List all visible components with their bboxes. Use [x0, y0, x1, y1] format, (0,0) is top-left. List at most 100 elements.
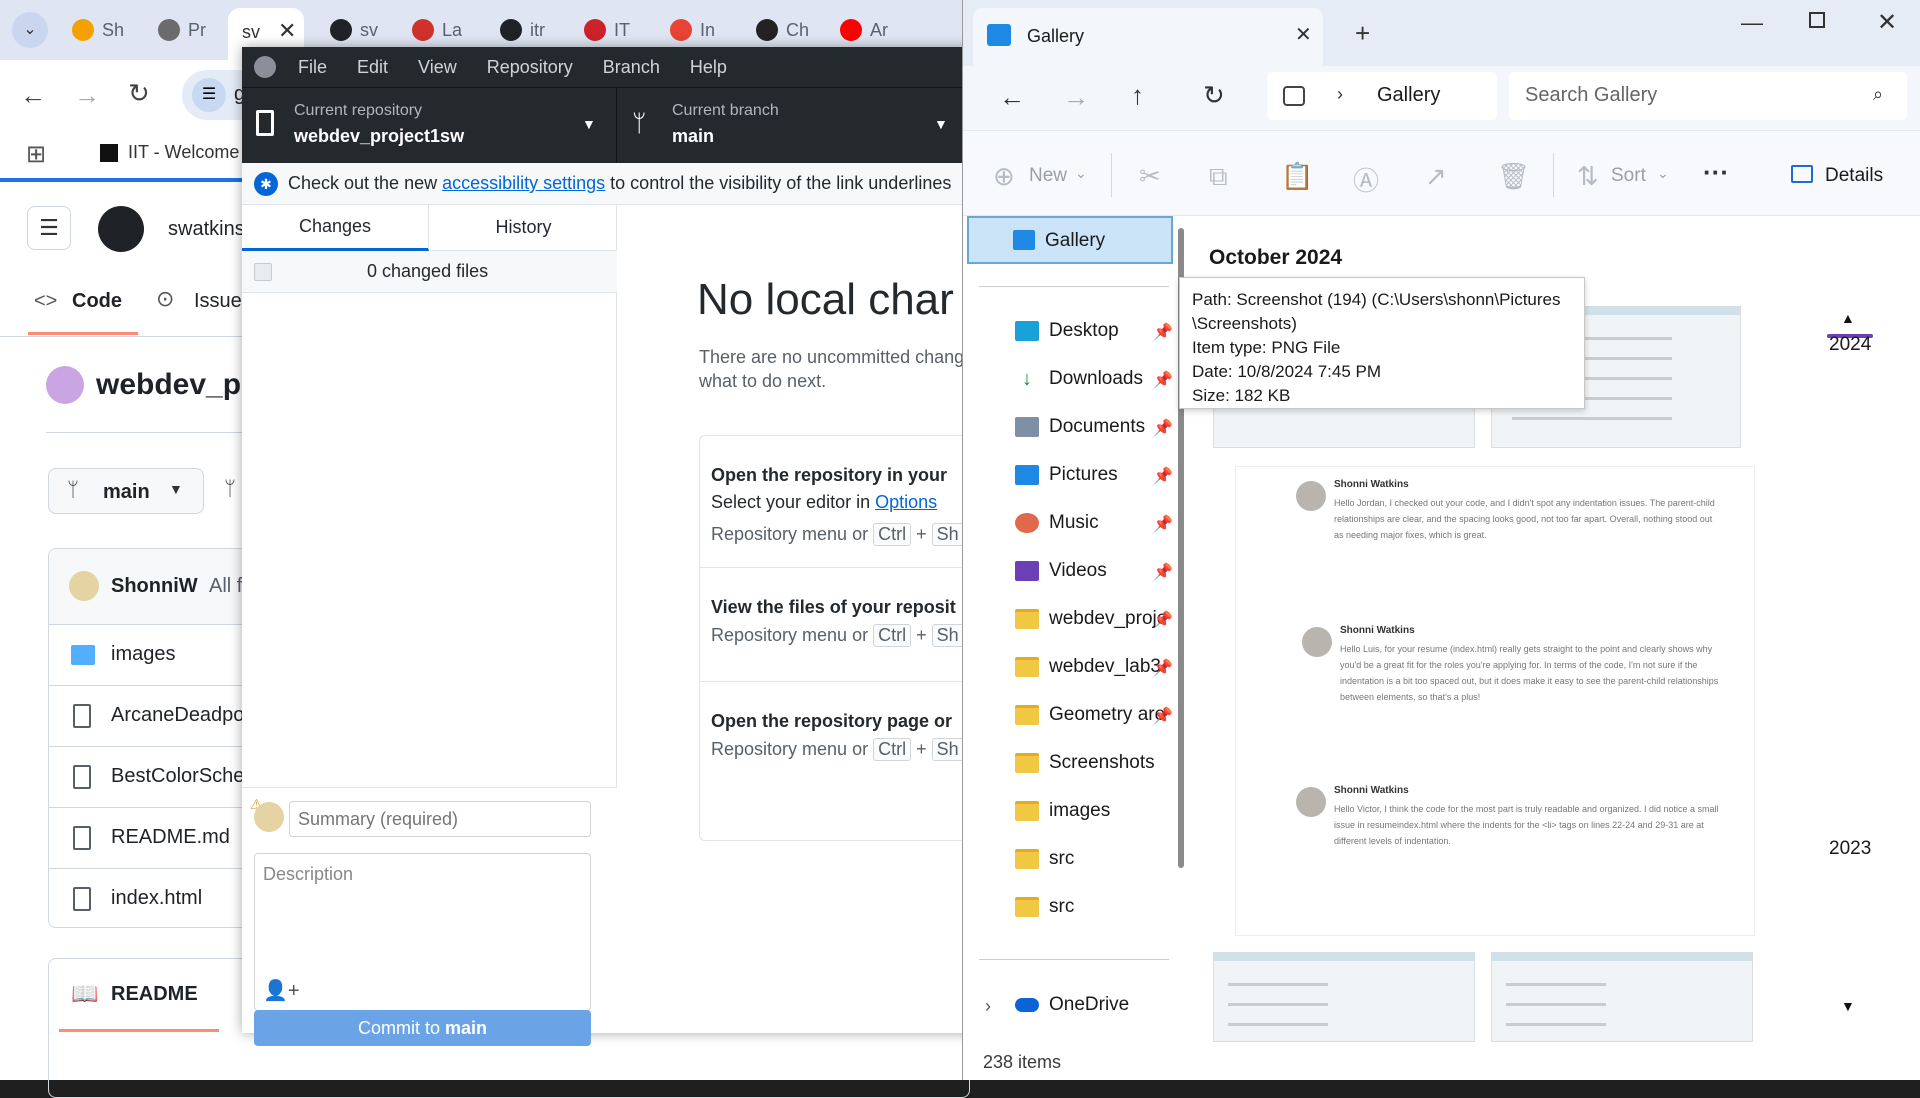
site-info-icon[interactable]: ☰: [192, 78, 226, 112]
file-name[interactable]: README.md: [111, 826, 230, 849]
menu-file[interactable]: File: [298, 57, 327, 78]
breadcrumb-gallery[interactable]: Gallery: [1377, 84, 1440, 107]
commit-message[interactable]: All f: [209, 575, 242, 598]
pin-icon[interactable]: 📌: [1153, 370, 1173, 390]
file-name[interactable]: index.html: [111, 887, 202, 910]
file-name[interactable]: ArcaneDeadpo: [111, 704, 244, 727]
explorer-tab-gallery[interactable]: Gallery ✕: [973, 8, 1323, 66]
nav-gallery-selected[interactable]: Gallery: [967, 216, 1173, 264]
suggestion-view-files[interactable]: View the files of your reposit Repositor…: [699, 597, 972, 647]
chrome-tab[interactable]: La: [412, 14, 462, 46]
nav-item[interactable]: src: [1015, 888, 1180, 926]
year-2024[interactable]: 2024: [1829, 334, 1871, 356]
forward-icon[interactable]: →: [74, 80, 100, 111]
menu-edit[interactable]: Edit: [357, 57, 388, 78]
file-name[interactable]: images: [111, 643, 175, 666]
scroll-up-icon[interactable]: ▲: [1841, 310, 1855, 326]
menu-help[interactable]: Help: [690, 57, 727, 78]
new-button[interactable]: New: [1029, 165, 1067, 187]
branch-select-button[interactable]: ᛘ main ▼: [48, 468, 204, 514]
repo-owner[interactable]: swatkins: [168, 218, 245, 241]
address-bar[interactable]: ☰ g: [182, 70, 245, 120]
pin-icon[interactable]: 📌: [1153, 418, 1173, 438]
share-icon[interactable]: ↗: [1425, 161, 1447, 192]
expand-chevron-icon[interactable]: ›: [985, 996, 991, 1017]
delete-icon[interactable]: 🗑: [1497, 161, 1530, 192]
nav-onedrive[interactable]: OneDrive: [1015, 986, 1180, 1024]
nav-item[interactable]: Screenshots: [1015, 744, 1180, 782]
rename-icon[interactable]: Ⓐ: [1353, 161, 1379, 198]
options-link[interactable]: Options: [875, 492, 937, 512]
chrome-tab[interactable]: Ch: [756, 14, 809, 46]
screenshot-comments-thumb[interactable]: Shonni Watkins Hello Jordan, I checked o…: [1235, 466, 1755, 936]
screenshot-thumb[interactable]: [1491, 952, 1753, 1042]
repo-title[interactable]: webdev_pr: [96, 368, 253, 402]
branches-icon[interactable]: ᛘ: [224, 478, 236, 501]
chrome-tab[interactable]: IT: [584, 14, 630, 46]
file-name[interactable]: BestColorSche: [111, 765, 244, 788]
sort-button[interactable]: Sort: [1611, 165, 1646, 187]
search-box[interactable]: Search Gallery ⌕: [1509, 72, 1907, 120]
tab-history[interactable]: History: [430, 205, 617, 251]
chrome-tab[interactable]: sv: [330, 14, 378, 46]
close-tab-icon[interactable]: ✕: [1295, 22, 1312, 47]
tab-search-button[interactable]: ⌄: [12, 12, 48, 48]
close-tab-icon[interactable]: ✕: [278, 18, 296, 44]
maximize-icon[interactable]: [1809, 12, 1825, 28]
commit-author[interactable]: ShonniW: [111, 575, 198, 598]
back-icon[interactable]: ←: [20, 80, 46, 111]
select-all-checkbox[interactable]: [254, 263, 272, 281]
pin-icon[interactable]: 📌: [1153, 562, 1173, 582]
accessibility-settings-link[interactable]: accessibility settings: [442, 173, 605, 194]
tab-code[interactable]: Code: [72, 290, 122, 313]
add-coauthor-icon[interactable]: 👤+: [263, 978, 300, 1003]
chrome-tab[interactable]: In: [670, 14, 715, 46]
commit-button[interactable]: Commit to main: [254, 1010, 591, 1046]
apps-grid-icon[interactable]: ⊞: [26, 140, 46, 169]
details-button[interactable]: Details: [1825, 165, 1883, 187]
summary-input[interactable]: [289, 801, 591, 837]
chrome-tab[interactable]: Ar: [840, 14, 888, 46]
pin-icon[interactable]: 📌: [1153, 322, 1173, 342]
chrome-tab[interactable]: Pr: [158, 14, 206, 46]
chrome-tab[interactable]: Sh: [72, 14, 124, 46]
menu-view[interactable]: View: [418, 57, 457, 78]
description-box[interactable]: Description 👤+: [254, 853, 591, 1011]
more-options-icon[interactable]: ···: [1703, 157, 1729, 188]
bookmark-iit[interactable]: IIT - Welcome: [128, 142, 239, 163]
hamburger-menu-button[interactable]: ☰: [27, 206, 71, 250]
back-icon[interactable]: ←: [999, 82, 1025, 113]
pin-icon[interactable]: 📌: [1153, 610, 1173, 630]
tab-issues[interactable]: Issue: [194, 290, 242, 313]
cut-icon[interactable]: ✂: [1139, 161, 1161, 192]
nav-item[interactable]: images: [1015, 792, 1180, 830]
tab-changes[interactable]: Changes: [242, 205, 429, 251]
scroll-down-icon[interactable]: ▼: [1841, 998, 1855, 1014]
suggestion-open-editor[interactable]: Open the repository in your Select your …: [699, 465, 972, 546]
chrome-tab[interactable]: itr: [500, 14, 545, 46]
menu-branch[interactable]: Branch: [603, 57, 660, 78]
pin-icon[interactable]: 📌: [1153, 658, 1173, 678]
reload-icon[interactable]: ↻: [128, 78, 150, 109]
minimize-icon[interactable]: —: [1741, 10, 1763, 36]
breadcrumb[interactable]: › Gallery: [1267, 72, 1497, 120]
pin-icon[interactable]: 📌: [1153, 706, 1173, 726]
close-window-icon[interactable]: ✕: [1877, 8, 1897, 37]
pin-icon[interactable]: 📌: [1153, 514, 1173, 534]
pin-icon[interactable]: 📌: [1153, 466, 1173, 486]
suggestion-open-page[interactable]: Open the repository page or Repository m…: [699, 711, 972, 761]
paste-icon[interactable]: 📋: [1281, 161, 1313, 192]
up-icon[interactable]: ↑: [1131, 80, 1144, 111]
readme-tab[interactable]: README: [111, 983, 198, 1006]
forward-icon[interactable]: →: [1063, 82, 1089, 113]
current-repository-button[interactable]: Current repository webdev_project1sw ▼: [242, 88, 617, 164]
menu-repository[interactable]: Repository: [487, 57, 573, 78]
nav-item[interactable]: src: [1015, 840, 1180, 878]
refresh-icon[interactable]: ↻: [1203, 80, 1225, 111]
github-logo-icon[interactable]: [98, 206, 144, 252]
screenshot-thumb[interactable]: [1213, 952, 1475, 1042]
year-2023[interactable]: 2023: [1829, 838, 1871, 860]
new-tab-icon[interactable]: +: [1355, 18, 1370, 49]
copy-icon[interactable]: ⧉: [1209, 161, 1228, 193]
current-branch-button[interactable]: ᛘ Current branch main ▼: [618, 88, 972, 164]
